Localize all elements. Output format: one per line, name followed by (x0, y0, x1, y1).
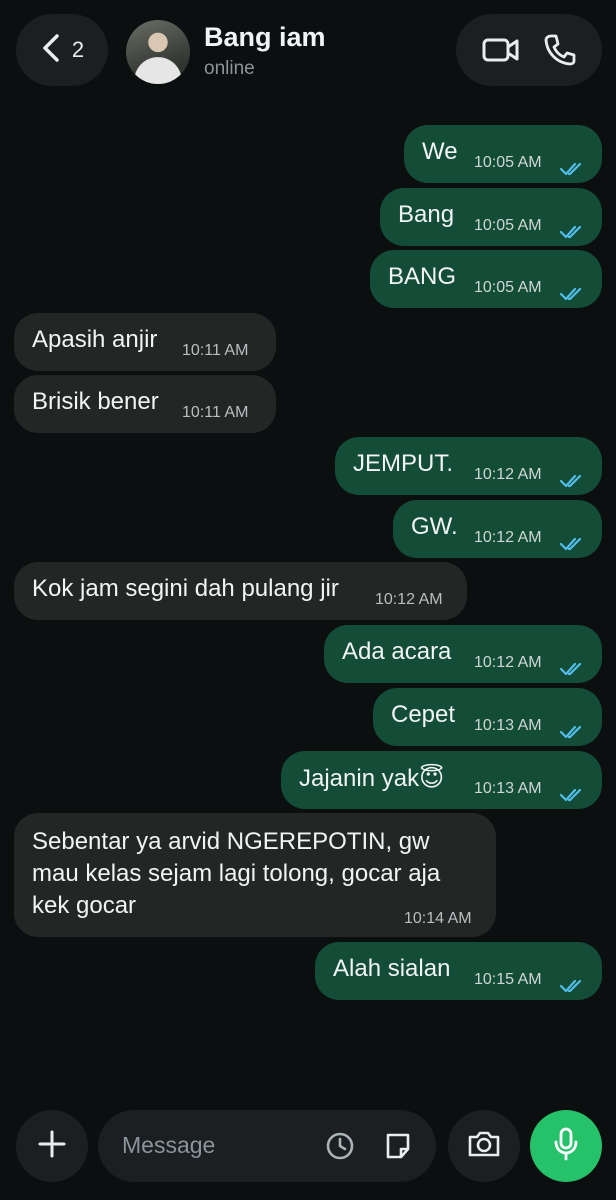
camera-button[interactable] (448, 1110, 520, 1182)
message-bubble-incoming[interactable]: Kok jam segini dah pulang jir 10:12 AM (14, 562, 467, 620)
message-text: Cepet (391, 701, 456, 728)
message-time: 10:13 AM (474, 780, 542, 797)
message-bubble-outgoing[interactable]: Jajanin yak😇 10:13 AM (281, 751, 602, 809)
message-time: 10:15 AM (474, 971, 542, 988)
message-bubble-outgoing[interactable]: Bang 10:05 AM (380, 188, 602, 246)
avatar[interactable] (126, 20, 190, 84)
message-bubble-outgoing[interactable]: BANG 10:05 AM (370, 250, 602, 308)
plus-icon (37, 1129, 67, 1164)
attach-button[interactable] (16, 1110, 88, 1182)
message-text: We (422, 138, 458, 165)
chat-header: 2 Bang iam online (0, 0, 616, 104)
message-time: 10:05 AM (474, 154, 542, 171)
message-time: 10:12 AM (474, 466, 542, 483)
message-bubble-outgoing[interactable]: Cepet 10:13 AM (373, 688, 602, 746)
message-bubble-outgoing[interactable]: We 10:05 AM (404, 125, 602, 183)
read-ticks-icon (559, 156, 585, 184)
voice-call-icon[interactable] (543, 33, 577, 67)
read-ticks-icon (559, 782, 585, 810)
message-text: Brisik bener (32, 388, 159, 415)
read-ticks-icon (559, 719, 585, 747)
message-bubble-outgoing[interactable]: Alah sialan 10:15 AM (315, 942, 602, 1000)
message-time: 10:11 AM (182, 404, 249, 421)
message-time: 10:05 AM (474, 217, 542, 234)
message-text: Ada acara (342, 638, 452, 665)
message-time: 10:12 AM (375, 591, 443, 608)
composer-bar: Message (0, 1096, 616, 1200)
back-button[interactable]: 2 (16, 14, 108, 86)
message-bubble-outgoing[interactable]: JEMPUT. 10:12 AM (335, 437, 602, 495)
message-text: BANG (388, 263, 457, 290)
read-ticks-icon (559, 281, 585, 309)
read-ticks-icon (559, 219, 585, 247)
clock-icon[interactable] (324, 1130, 356, 1167)
read-ticks-icon (559, 973, 585, 1001)
message-time: 10:12 AM (474, 529, 542, 546)
message-time: 10:12 AM (474, 654, 542, 671)
message-time: 10:05 AM (474, 279, 542, 296)
read-ticks-icon (559, 531, 585, 559)
message-placeholder: Message (122, 1132, 216, 1158)
call-actions (456, 14, 602, 86)
message-text: Jajanin yak😇 (299, 765, 445, 792)
sticker-icon[interactable] (382, 1130, 414, 1167)
message-time: 10:14 AM (404, 910, 472, 927)
unread-count: 2 (71, 37, 85, 62)
video-call-icon[interactable] (482, 36, 520, 64)
message-input[interactable]: Message (98, 1110, 436, 1182)
mic-icon (551, 1126, 581, 1167)
read-ticks-icon (559, 468, 585, 496)
mic-button[interactable] (530, 1110, 602, 1182)
message-bubble-outgoing[interactable]: Ada acara 10:12 AM (324, 625, 602, 683)
message-text: Sebentar ya arvid NGEREPOTIN, gw mau kel… (32, 828, 441, 919)
contact-name[interactable]: Bang iam (204, 22, 326, 53)
message-text: Kok jam segini dah pulang jir (32, 575, 339, 602)
message-text: Alah sialan (333, 955, 451, 982)
message-time: 10:11 AM (182, 342, 249, 359)
message-bubble-outgoing[interactable]: GW. 10:12 AM (393, 500, 602, 558)
message-text: Apasih anjir (32, 326, 158, 353)
message-bubble-incoming[interactable]: Brisik bener 10:11 AM (14, 375, 276, 433)
message-bubble-incoming[interactable]: Apasih anjir 10:11 AM (14, 313, 276, 371)
message-text: GW. (411, 513, 458, 540)
back-arrow-icon (40, 33, 62, 68)
message-bubble-incoming[interactable]: Sebentar ya arvid NGEREPOTIN, gw mau kel… (14, 813, 496, 937)
contact-status: online (204, 58, 255, 79)
read-ticks-icon (559, 656, 585, 684)
message-text: Bang (398, 201, 455, 228)
camera-icon (466, 1128, 502, 1165)
message-text: JEMPUT. (353, 450, 454, 477)
message-time: 10:13 AM (474, 717, 542, 734)
